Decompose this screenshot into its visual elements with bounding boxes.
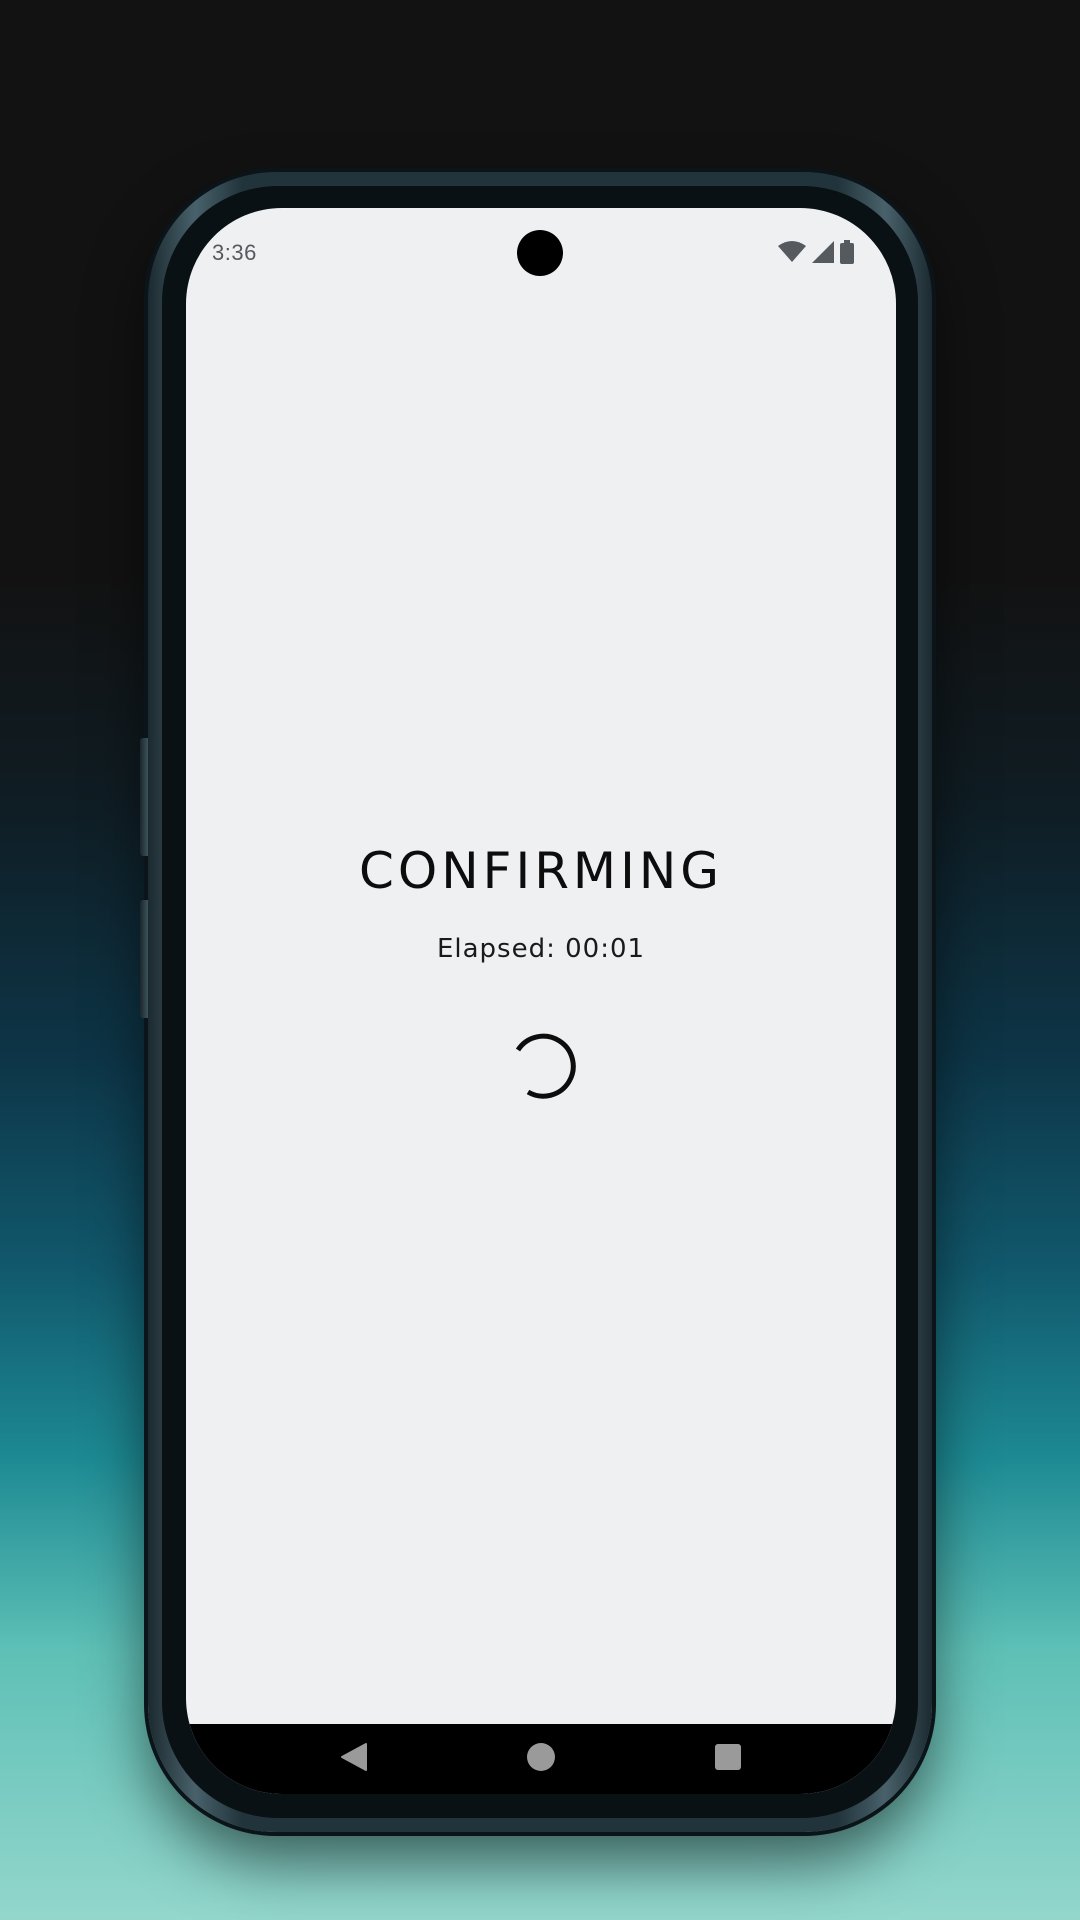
home-icon <box>526 1742 556 1776</box>
recents-button[interactable] <box>708 1742 748 1776</box>
back-button[interactable] <box>334 1742 374 1776</box>
page-title: CONFIRMING <box>359 842 723 900</box>
spinner-icon <box>506 1030 576 1100</box>
volume-up-button <box>140 738 148 856</box>
phone-screen: 3:36 CONFIRMING Elapsed: 00:01 <box>186 208 896 1794</box>
elapsed-value: 00:01 <box>565 934 646 964</box>
confirmation-view: CONFIRMING Elapsed: 00:01 <box>186 208 896 1724</box>
elapsed-label: Elapsed: <box>436 934 556 964</box>
back-icon <box>340 1742 368 1776</box>
volume-down-button <box>140 900 148 1018</box>
navigation-bar <box>186 1724 896 1794</box>
home-button[interactable] <box>521 1742 561 1776</box>
elapsed-timer: Elapsed: 00:01 <box>186 934 896 964</box>
recents-icon <box>714 1743 742 1775</box>
